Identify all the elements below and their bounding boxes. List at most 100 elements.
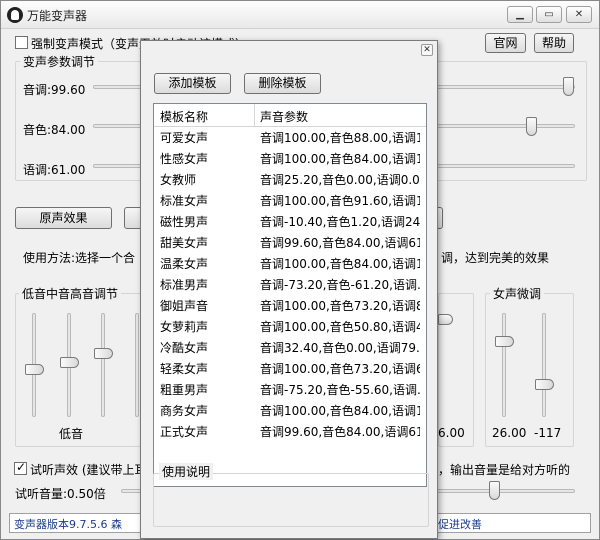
close-button[interactable]: ✕	[566, 6, 592, 23]
template-name: 冷酷女声	[160, 341, 209, 355]
template-name: 粗重男声	[160, 383, 209, 397]
eq-extra-slider-track[interactable]	[135, 313, 139, 417]
eq-high-slider-track[interactable]	[101, 313, 105, 417]
template-params: 音调-10.40,音色1.20,语调24...	[260, 215, 420, 229]
template-row[interactable]: 御姐声音 音调100.00,音色73.20,语调8...	[154, 296, 426, 317]
template-row[interactable]: 性感女声 音调100.00,音色84.00,语调1...	[154, 149, 426, 170]
preview-label: 试听声效 (建议带上耳	[30, 463, 147, 477]
template-row[interactable]: 女教师 音调25.20,音色0.00,语调0.0...	[154, 170, 426, 191]
eq-group-title: 低音中音高音调节	[19, 285, 122, 302]
dialog-close-button[interactable]: ✕	[421, 44, 433, 56]
template-params: 音调100.00,音色73.20,语调6...	[260, 362, 420, 376]
minimize-icon: ▁	[516, 9, 524, 20]
rate-label: 语调:61.00	[23, 163, 86, 177]
template-params: 音调100.00,音色73.20,语调8...	[260, 299, 420, 313]
female-tune-title: 女声微调	[490, 285, 545, 302]
template-name: 磁性男声	[160, 215, 209, 229]
template-params: 音调100.00,音色88.00,语调1...	[260, 131, 420, 145]
female-tune-slider2-thumb[interactable]	[535, 379, 554, 390]
template-name: 甜美女声	[160, 236, 209, 250]
delete-template-button[interactable]: 删除模板	[244, 73, 321, 94]
column-divider[interactable]	[254, 104, 255, 126]
template-name: 女教师	[160, 173, 197, 187]
template-row[interactable]: 冷酷女声 音调32.40,音色0.00,语调79....	[154, 338, 426, 359]
force-mode-checkbox[interactable]	[15, 36, 28, 49]
female-tune-group	[485, 293, 574, 447]
eq-high-slider-thumb[interactable]	[94, 348, 113, 359]
params-group-title: 变声参数调节	[20, 53, 99, 70]
template-row[interactable]: 正式女声 音调99.60,音色84.00,语调61...	[154, 422, 426, 443]
template-name: 商务女声	[160, 404, 209, 418]
usage-instructions-box	[153, 473, 429, 527]
usage-instructions-title: 使用说明	[159, 463, 214, 480]
minimize-button[interactable]: ▁	[507, 6, 533, 23]
close-icon: ✕	[423, 45, 431, 55]
preview-right-text: ，输出音量是给对方听的	[438, 463, 571, 477]
add-template-button[interactable]: 添加模板	[154, 73, 231, 94]
template-row[interactable]: 粗重男声 音调-75.20,音色-55.60,语调...	[154, 380, 426, 401]
timbre-label: 音色:84.00	[23, 123, 86, 137]
template-row[interactable]: 磁性男声 音调-10.40,音色1.20,语调24...	[154, 212, 426, 233]
template-name: 性感女声	[160, 152, 209, 166]
template-row[interactable]: 女萝莉声 音调100.00,音色50.80,语调4...	[154, 317, 426, 338]
template-params: 音调100.00,音色50.80,语调4...	[260, 320, 420, 334]
template-params: 音调32.40,音色0.00,语调79....	[260, 341, 420, 355]
status-text-right: 促进改善	[438, 518, 482, 531]
eq-mid-slider-thumb[interactable]	[60, 357, 79, 368]
preview-volume-thumb[interactable]	[489, 481, 500, 500]
template-list-header: 模板名称 声音参数	[154, 104, 426, 127]
help-button[interactable]: 帮助	[534, 33, 574, 53]
template-row[interactable]: 商务女声 音调100.00,音色84.00,语调1...	[154, 401, 426, 422]
template-params: 音调100.00,音色84.00,语调1...	[260, 257, 420, 271]
template-name: 女萝莉声	[160, 320, 209, 334]
template-params: 音调25.20,音色0.00,语调0.0...	[260, 173, 420, 187]
window-title: 万能变声器	[27, 9, 88, 23]
eq-low-slider-thumb[interactable]	[25, 364, 44, 375]
template-params: 音调99.60,音色84.00,语调61...	[260, 425, 420, 439]
original-voice-button[interactable]: 原声效果	[15, 207, 112, 229]
template-row[interactable]: 可爱女声 音调100.00,音色88.00,语调1...	[154, 128, 426, 149]
bass-label: 低音	[59, 427, 84, 441]
template-row[interactable]: 温柔女声 音调100.00,音色84.00,语调1...	[154, 254, 426, 275]
template-name: 御姐声音	[160, 299, 209, 313]
template-name: 标准女声	[160, 194, 209, 208]
template-name: 温柔女声	[160, 257, 209, 271]
template-row[interactable]: 甜美女声 音调99.60,音色84.00,语调61...	[154, 233, 426, 254]
female-tune-value1: 26.00	[492, 426, 527, 440]
maximize-icon: ▭	[544, 9, 554, 20]
template-params: 音调100.00,音色84.00,语调1...	[260, 404, 420, 418]
preview-checkbox[interactable]	[14, 460, 27, 475]
pitch-slider-thumb[interactable]	[563, 77, 574, 96]
template-params: 音调100.00,音色84.00,语调1...	[260, 152, 420, 166]
title-bar[interactable]: 万能变声器 ▁ ▭ ✕	[1, 1, 599, 29]
female-tune-slider1-thumb[interactable]	[495, 336, 514, 347]
template-params: 音调100.00,音色91.60,语调1...	[260, 194, 420, 208]
template-row[interactable]: 标准女声 音调100.00,音色91.60,语调1...	[154, 191, 426, 212]
column-header-name[interactable]: 模板名称	[160, 108, 250, 125]
template-row[interactable]: 标准男声 音调-73.20,音色-61.20,语调...	[154, 275, 426, 296]
female-tune-slider2-track[interactable]	[542, 313, 546, 417]
main-window: 万能变声器 ▁ ▭ ✕ 强制变声模式（变声无效时启动该模式） 官网 帮助 变声参…	[0, 0, 600, 540]
template-name: 可爱女声	[160, 131, 209, 145]
template-params: 音调99.60,音色84.00,语调61...	[260, 236, 420, 250]
female-tune-value2: -117	[534, 426, 562, 440]
template-params: 音调-75.20,音色-55.60,语调...	[260, 383, 420, 397]
template-dialog: ✕ 添加模板 删除模板 模板名称 声音参数 可爱女声 音调100.00,音色88.…	[140, 40, 438, 539]
pitch-label: 音调:99.60	[23, 83, 86, 97]
website-button[interactable]: 官网	[485, 33, 526, 53]
effect-slider-thumb[interactable]	[438, 314, 453, 325]
column-header-params[interactable]: 声音参数	[260, 108, 420, 125]
effect-value: 6.00	[438, 426, 465, 440]
preview-volume-label: 试听音量:0.50倍	[15, 487, 106, 501]
close-icon: ✕	[574, 9, 584, 20]
template-name: 标准男声	[160, 278, 209, 292]
template-params: 音调-73.20,音色-61.20,语调...	[260, 278, 420, 292]
timbre-slider-thumb[interactable]	[526, 117, 537, 136]
template-name: 轻柔女声	[160, 362, 209, 376]
status-text-left: 变声器版本9.7.5.6 森	[14, 518, 122, 531]
maximize-button[interactable]: ▭	[536, 6, 562, 23]
female-tune-slider1-track[interactable]	[502, 313, 506, 417]
template-list[interactable]: 模板名称 声音参数 可爱女声 音调100.00,音色88.00,语调1... 性感…	[153, 103, 427, 487]
template-row[interactable]: 轻柔女声 音调100.00,音色73.20,语调6...	[154, 359, 426, 380]
usage-text-left: 使用方法:选择一个合	[23, 251, 136, 265]
